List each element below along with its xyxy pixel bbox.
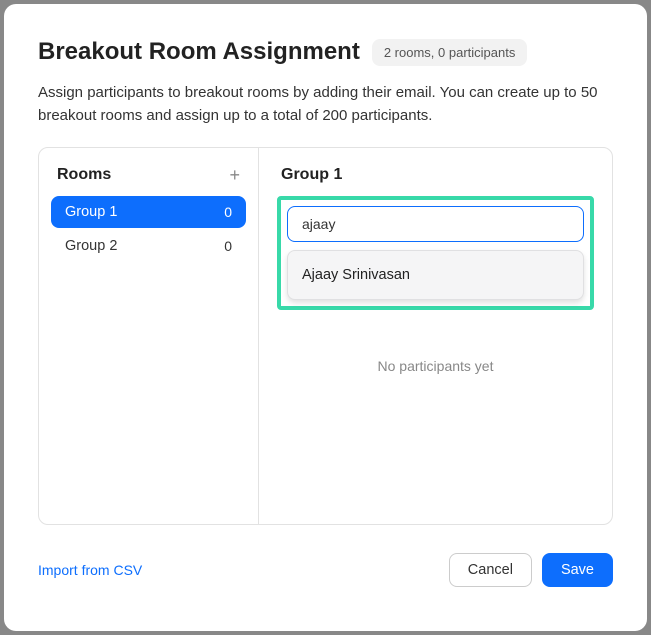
summary-pill: 2 rooms, 0 participants — [372, 39, 528, 66]
modal-footer: Import from CSV Cancel Save — [38, 553, 613, 587]
save-button[interactable]: Save — [542, 553, 613, 587]
search-highlight-box: Ajaay Srinivasan — [277, 196, 594, 310]
rooms-heading: Rooms — [57, 166, 111, 184]
room-item[interactable]: Group 1 0 — [51, 196, 246, 228]
breakout-assignment-modal: Breakout Room Assignment 2 rooms, 0 part… — [4, 4, 647, 631]
participant-search-input[interactable] — [287, 206, 584, 242]
empty-state-text: No participants yet — [378, 358, 494, 374]
room-count: 0 — [224, 238, 232, 254]
room-name: Group 1 — [65, 204, 117, 220]
cancel-button[interactable]: Cancel — [449, 553, 532, 587]
modal-description: Assign participants to breakout rooms by… — [38, 82, 613, 127]
add-room-icon[interactable]: + — [229, 166, 240, 184]
footer-buttons: Cancel Save — [449, 553, 613, 587]
panels-container: Rooms + Group 1 0 Group 2 0 Group 1 Ajaa… — [38, 147, 613, 525]
room-item[interactable]: Group 2 0 — [51, 230, 246, 262]
detail-panel: Group 1 Ajaay Srinivasan No participants… — [259, 148, 612, 524]
autocomplete-option[interactable]: Ajaay Srinivasan — [288, 255, 583, 295]
modal-title: Breakout Room Assignment — [38, 38, 360, 66]
import-csv-link[interactable]: Import from CSV — [38, 562, 142, 578]
autocomplete-dropdown: Ajaay Srinivasan — [287, 250, 584, 300]
modal-header: Breakout Room Assignment 2 rooms, 0 part… — [38, 38, 613, 66]
room-name: Group 2 — [65, 238, 117, 254]
rooms-header: Rooms + — [51, 166, 246, 196]
group-heading: Group 1 — [277, 166, 594, 184]
rooms-panel: Rooms + Group 1 0 Group 2 0 — [39, 148, 259, 524]
room-count: 0 — [224, 204, 232, 220]
